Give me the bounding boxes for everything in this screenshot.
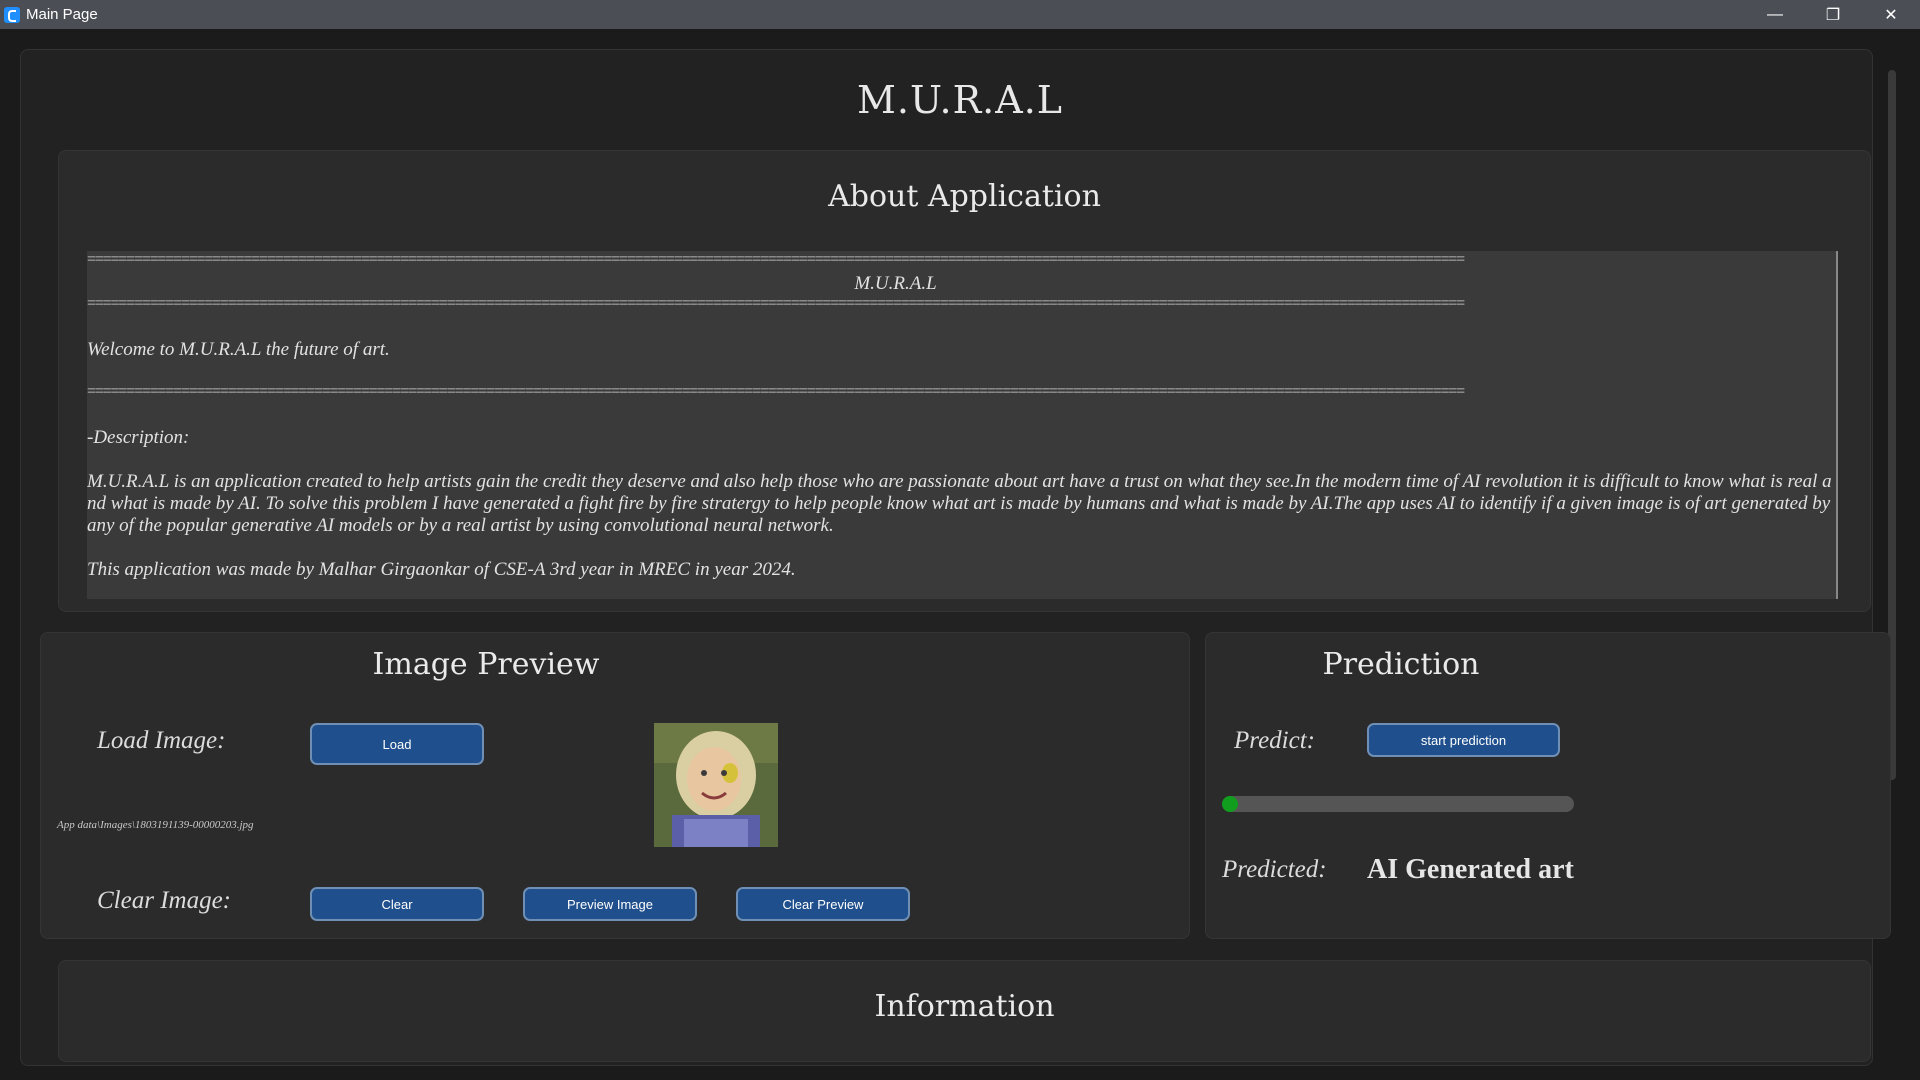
description-label: -Description: [87, 427, 190, 448]
image-preview-title: Image Preview [372, 647, 600, 682]
rule-line: ========================================… [87, 295, 1465, 312]
about-section: About Application ======================… [58, 150, 1871, 612]
window-title: Main Page [26, 6, 98, 23]
preview-thumbnail [654, 723, 778, 847]
preview-image-button[interactable]: Preview Image [523, 887, 697, 921]
close-button[interactable]: ✕ [1862, 0, 1920, 29]
predict-label: Predict: [1234, 727, 1315, 754]
information-section: Information [58, 960, 1871, 1062]
app-icon [4, 6, 20, 23]
welcome-text: Welcome to M.U.R.A.L the future of art. [87, 339, 390, 360]
description-text: M.U.R.A.L is an application created to h… [87, 471, 1832, 536]
about-title: About Application [828, 179, 1101, 214]
information-title: Information [874, 989, 1055, 1024]
rule-line: ========================================… [87, 383, 1465, 400]
load-image-label: Load Image: [97, 727, 226, 754]
prediction-section: Prediction Predict: start prediction Pre… [1205, 632, 1891, 939]
clear-preview-button[interactable]: Clear Preview [736, 887, 910, 921]
clear-image-label: Clear Image: [97, 887, 231, 914]
load-button[interactable]: Load [310, 723, 484, 765]
minimize-button[interactable]: — [1746, 0, 1804, 29]
prediction-result: AI Generated art [1367, 854, 1574, 885]
maximize-button[interactable]: ❐ [1804, 0, 1862, 29]
about-textbox[interactable]: ========================================… [87, 251, 1838, 599]
window-controls: — ❐ ✕ [1746, 0, 1920, 29]
image-preview-section: Image Preview Load Image: Load App data\… [40, 632, 1190, 939]
clear-button[interactable]: Clear [310, 887, 484, 921]
window-titlebar: Main Page — ❐ ✕ [0, 0, 1920, 29]
predicted-label: Predicted: [1222, 856, 1327, 883]
prediction-title: Prediction [1322, 647, 1480, 682]
rule-line: ========================================… [87, 251, 1465, 268]
prediction-progress-bar [1222, 796, 1574, 812]
credits-text: This application was made by Malhar Girg… [87, 559, 796, 580]
file-path-text: App data\Images\1803191139-00000203.jpg [57, 819, 254, 831]
progress-fill [1222, 796, 1238, 812]
app-title: M.U.R.A.L [856, 78, 1064, 122]
about-heading: M.U.R.A.L [854, 273, 937, 294]
start-prediction-button[interactable]: start prediction [1367, 723, 1560, 757]
